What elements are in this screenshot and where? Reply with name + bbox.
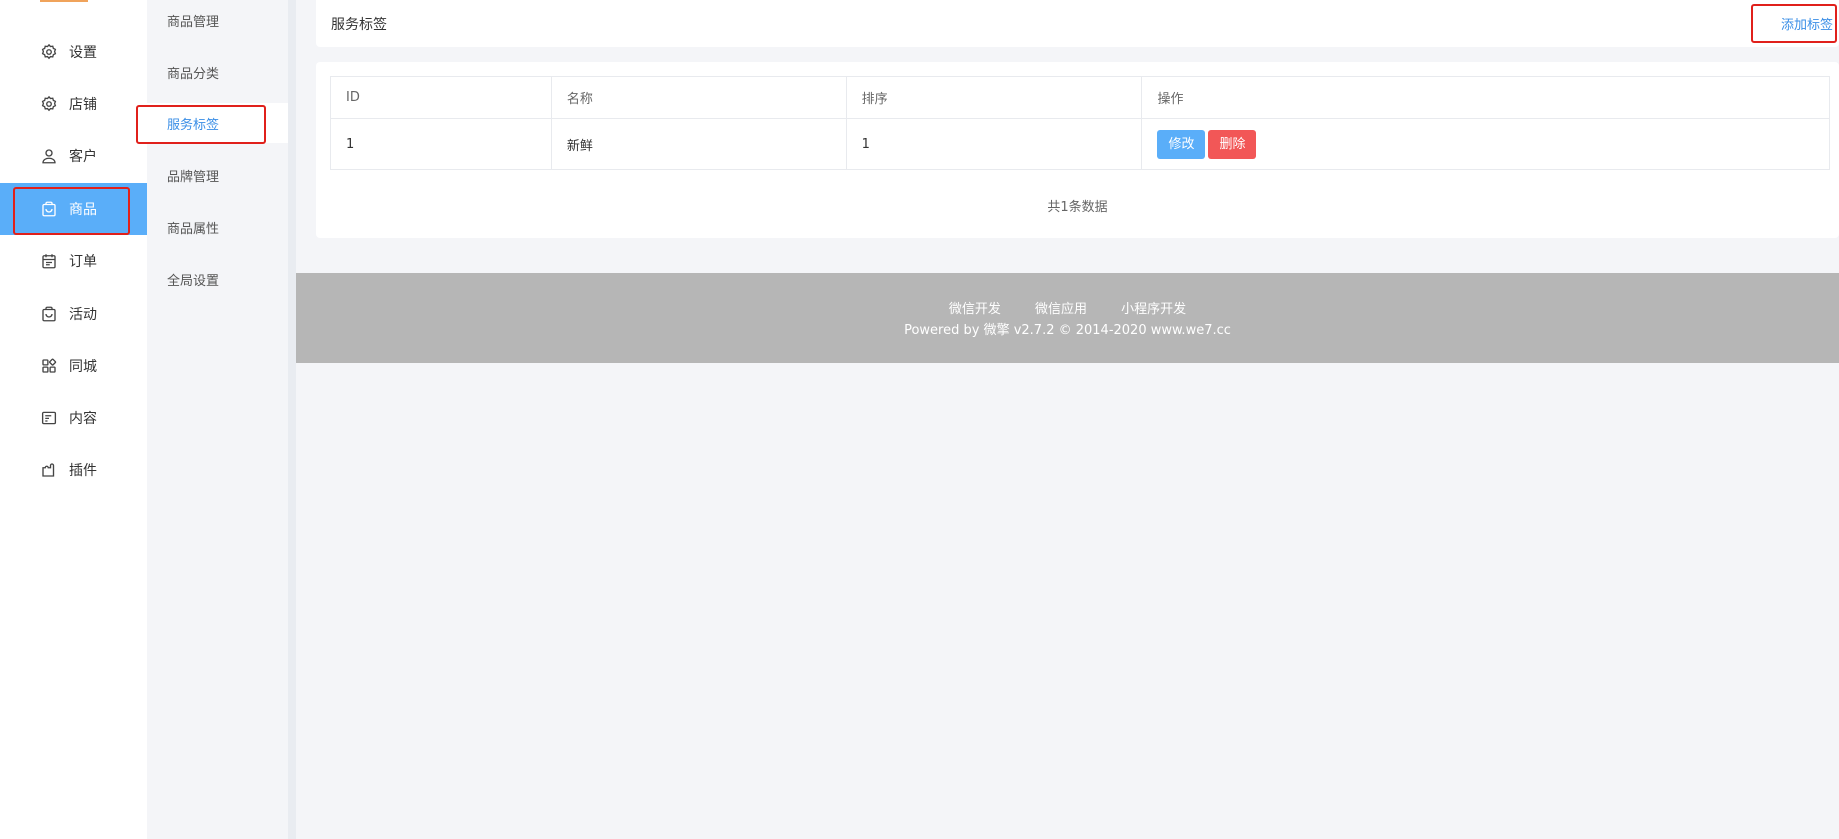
tags-table-card: ID 名称 排序 操作 1 新鲜 1 修改 删除 共1条数据 bbox=[316, 62, 1839, 238]
sidebar-item-label: 活动 bbox=[69, 307, 97, 323]
sidebar-item-settings[interactable]: 设置 bbox=[0, 26, 147, 78]
column-header-sort: 排序 bbox=[845, 76, 1143, 119]
subnav-item-goods-category[interactable]: 商品分类 bbox=[147, 52, 288, 92]
user-icon bbox=[40, 147, 58, 165]
sidebar-item-label: 设置 bbox=[69, 45, 97, 61]
column-header-actions: 操作 bbox=[1141, 76, 1830, 119]
primary-sidebar: 设置 店铺 客户 商品 订单 活动 同城 内容 插件 bbox=[0, 0, 147, 839]
footer-copyright: Powered by 微擎 v2.7.2 © 2014-2020 www.we7… bbox=[904, 323, 1231, 338]
sidebar-item-label: 同城 bbox=[69, 359, 97, 375]
subnav-item-label: 商品管理 bbox=[167, 14, 220, 30]
footer-link-miniprogram-dev[interactable]: 小程序开发 bbox=[1121, 302, 1186, 317]
gear-icon bbox=[40, 43, 58, 61]
sidebar-divider bbox=[288, 0, 296, 839]
sidebar-item-label: 店铺 bbox=[69, 97, 97, 113]
calendar-icon bbox=[40, 252, 58, 270]
record-count: 共1条数据 bbox=[1047, 200, 1108, 215]
sidebar-item-label: 插件 bbox=[69, 463, 97, 479]
sidebar-item-label: 商品 bbox=[69, 202, 97, 218]
puzzle-icon bbox=[40, 461, 58, 479]
sidebar-item-customer[interactable]: 客户 bbox=[0, 130, 147, 182]
gear-icon bbox=[40, 95, 58, 113]
footer: 微信开发 微信应用 小程序开发 Powered by 微擎 v2.7.2 © 2… bbox=[296, 273, 1839, 363]
bag-icon bbox=[40, 200, 58, 218]
sidebar-item-goods[interactable]: 商品 bbox=[0, 183, 147, 235]
sidebar-item-label: 订单 bbox=[69, 254, 97, 270]
subnav-item-brand-manage[interactable]: 品牌管理 bbox=[147, 155, 288, 195]
column-header-id: ID bbox=[330, 76, 552, 119]
subnav-item-global-settings[interactable]: 全局设置 bbox=[147, 259, 288, 299]
tags-table: ID 名称 排序 操作 1 新鲜 1 修改 删除 bbox=[330, 76, 1830, 170]
sidebar-item-orders[interactable]: 订单 bbox=[0, 235, 147, 287]
list-icon bbox=[40, 409, 58, 427]
sidebar-item-label: 内容 bbox=[69, 411, 97, 427]
secondary-sidebar: 商品管理 商品分类 服务标签 品牌管理 商品属性 全局设置 bbox=[147, 0, 288, 839]
footer-link-wechat-dev[interactable]: 微信开发 bbox=[949, 302, 1001, 317]
subnav-item-label: 品牌管理 bbox=[167, 169, 220, 185]
logo bbox=[40, 0, 88, 2]
grid-icon bbox=[40, 357, 58, 375]
subnav-item-goods-manage[interactable]: 商品管理 bbox=[147, 0, 288, 40]
subnav-item-label: 服务标签 bbox=[167, 117, 220, 133]
sidebar-item-label: 客户 bbox=[69, 149, 97, 165]
edit-button[interactable]: 修改 bbox=[1157, 129, 1206, 159]
delete-button[interactable]: 删除 bbox=[1208, 129, 1257, 159]
cell-name: 新鲜 bbox=[550, 118, 847, 170]
cell-actions: 修改 删除 bbox=[1141, 118, 1830, 170]
page-header: 服务标签 添加标签 bbox=[316, 0, 1839, 47]
subnav-item-goods-attributes[interactable]: 商品属性 bbox=[147, 207, 288, 247]
subnav-item-label: 全局设置 bbox=[167, 273, 220, 289]
sidebar-item-plugins[interactable]: 插件 bbox=[0, 444, 147, 496]
add-tag-button[interactable]: 添加标签 bbox=[1781, 14, 1833, 33]
sidebar-item-local[interactable]: 同城 bbox=[0, 340, 147, 392]
page-title: 服务标签 bbox=[331, 17, 387, 33]
table-row: 1 新鲜 1 修改 删除 bbox=[330, 118, 1830, 170]
subnav-item-label: 商品分类 bbox=[167, 66, 220, 82]
sidebar-item-activity[interactable]: 活动 bbox=[0, 288, 147, 340]
sidebar-item-content[interactable]: 内容 bbox=[0, 392, 147, 444]
footer-link-wechat-apps[interactable]: 微信应用 bbox=[1035, 302, 1087, 317]
subnav-item-label: 商品属性 bbox=[167, 221, 220, 237]
footer-links: 微信开发 微信应用 小程序开发 bbox=[296, 298, 1839, 317]
main-content: 服务标签 添加标签 ID 名称 排序 操作 1 新鲜 1 修改 删除 共1条数据… bbox=[296, 0, 1839, 839]
subnav-item-service-tags[interactable]: 服务标签 bbox=[147, 103, 288, 143]
cell-id: 1 bbox=[330, 118, 552, 170]
sidebar-item-store[interactable]: 店铺 bbox=[0, 78, 147, 130]
table-header-row: ID 名称 排序 操作 bbox=[330, 76, 1830, 119]
bag-icon bbox=[40, 305, 58, 323]
cell-sort: 1 bbox=[845, 118, 1143, 170]
column-header-name: 名称 bbox=[550, 76, 847, 119]
